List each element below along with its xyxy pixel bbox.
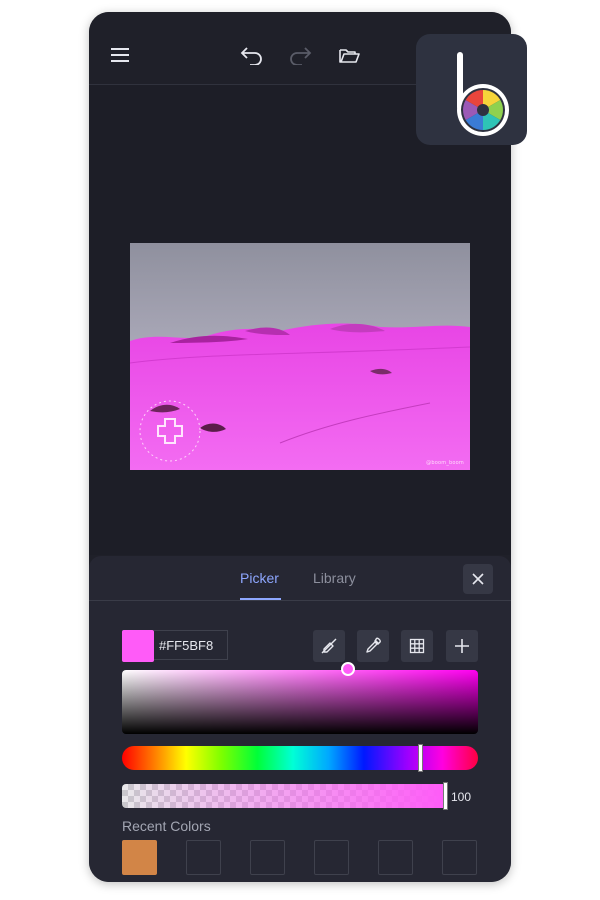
redo-button[interactable] (287, 44, 313, 66)
opacity-slider-handle[interactable] (443, 782, 448, 810)
hue-slider[interactable] (122, 746, 478, 770)
folder-open-icon (339, 49, 360, 63)
redo-icon (290, 47, 312, 65)
app-logo (416, 34, 527, 145)
opacity-slider[interactable] (122, 784, 446, 808)
active-tab-indicator (240, 598, 281, 600)
hue-slider-handle[interactable] (418, 744, 423, 772)
close-button[interactable] (463, 564, 493, 594)
picker-tabs: Picker Library (89, 556, 511, 601)
color-picker-panel: Picker Library #FF5BF8 100 Recent Colors (89, 556, 511, 882)
recent-colors-label: Recent Colors (122, 818, 211, 834)
edited-photo[interactable]: @boom_boom (130, 243, 470, 470)
eyedropper-icon (366, 637, 381, 653)
no-color-icon (321, 638, 337, 654)
undo-button[interactable] (239, 44, 265, 66)
photo-caption: @boom_boom (426, 460, 464, 466)
recent-color-swatch[interactable] (442, 840, 477, 875)
saturation-value-area[interactable] (122, 670, 478, 734)
canvas-area[interactable]: @boom_boom (89, 85, 511, 555)
recent-color-swatch[interactable] (378, 840, 413, 875)
opacity-gradient (122, 784, 446, 808)
no-color-button[interactable] (313, 630, 345, 662)
tab-library[interactable]: Library (313, 570, 356, 586)
befunky-logo (456, 51, 509, 136)
open-button[interactable] (337, 44, 361, 66)
saturation-value-handle[interactable] (341, 662, 355, 676)
opacity-value: 100 (451, 790, 472, 804)
close-icon (472, 573, 484, 585)
hamburger-icon (111, 48, 129, 62)
recent-color-swatch[interactable] (250, 840, 285, 875)
hex-color-input[interactable]: #FF5BF8 (154, 630, 228, 660)
eyedropper-button[interactable] (357, 630, 389, 662)
recent-color-swatch[interactable] (122, 840, 157, 875)
recent-color-swatch[interactable] (314, 840, 349, 875)
grid-button[interactable] (401, 630, 433, 662)
tab-picker[interactable]: Picker (240, 570, 279, 586)
grid-icon (409, 638, 425, 654)
recent-color-swatch[interactable] (186, 840, 221, 875)
current-color-swatch[interactable] (122, 630, 154, 662)
add-color-button[interactable] (446, 630, 478, 662)
menu-button[interactable] (109, 44, 131, 66)
plus-icon (455, 639, 469, 653)
undo-icon (240, 47, 262, 65)
